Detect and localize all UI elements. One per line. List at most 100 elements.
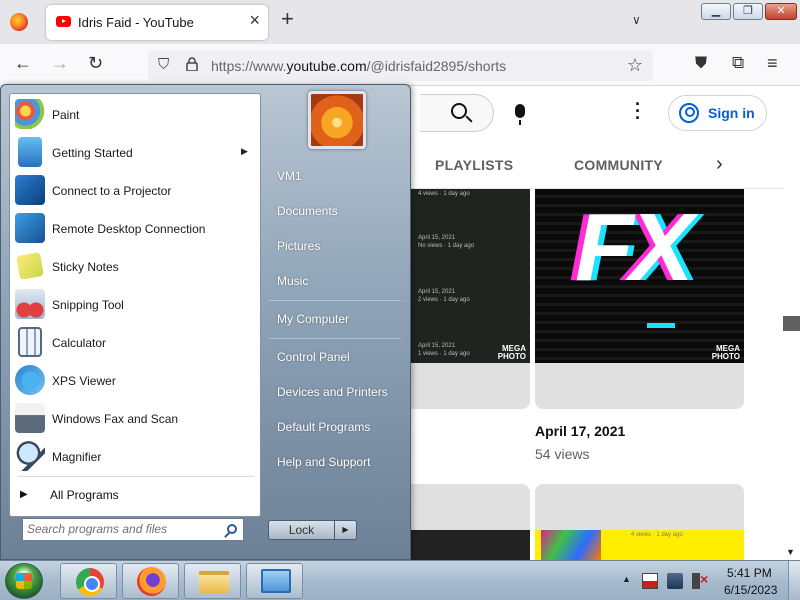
- start-search-box[interactable]: [22, 518, 244, 541]
- network-icon[interactable]: [667, 573, 683, 589]
- lock-button[interactable]: Lock: [268, 520, 335, 540]
- divider: [269, 300, 401, 301]
- scroll-down-arrow-icon[interactable]: ▼: [786, 547, 795, 557]
- shutdown-options-arrow-icon[interactable]: ▶: [335, 520, 357, 540]
- tab-youtube[interactable]: Idris Faid - YouTube ×: [46, 5, 268, 40]
- program-magnifier[interactable]: Magnifier: [10, 438, 260, 474]
- action-center-flag-icon[interactable]: [642, 573, 658, 589]
- program-label: Windows Fax and Scan: [52, 412, 179, 426]
- clock-date[interactable]: 6/15/2023: [724, 583, 777, 597]
- divider: [269, 338, 401, 339]
- taskbar-explorer[interactable]: [184, 563, 241, 599]
- user-avatar[interactable]: [308, 91, 366, 149]
- program-getting-started[interactable]: Getting Started ▶: [10, 134, 260, 170]
- taskbar-remote-desktop[interactable]: [246, 563, 303, 599]
- short-card[interactable]: 4 views · 1 day ago: [535, 484, 744, 560]
- window-close-button[interactable]: ✕: [765, 3, 797, 20]
- programs-list: Paint Getting Started ▶ Connect to a Pro…: [9, 93, 261, 517]
- shield-icon[interactable]: ⛉: [158, 56, 169, 73]
- program-remote-desktop[interactable]: Remote Desktop Connection: [10, 210, 260, 246]
- show-desktop-button[interactable]: [788, 561, 800, 600]
- scrollbar-thumb[interactable]: [783, 316, 800, 331]
- program-snipping-tool[interactable]: Snipping Tool: [10, 286, 260, 322]
- magnifier-icon: [15, 441, 45, 471]
- program-fax-scan[interactable]: Windows Fax and Scan: [10, 400, 260, 436]
- url-text[interactable]: https://www.youtube.com/@idrisfaid2895/s…: [211, 58, 506, 74]
- youtube-favicon-icon: [56, 16, 71, 27]
- user-circle-icon: [679, 103, 699, 123]
- program-label: Calculator: [52, 336, 107, 350]
- short-thumbnail: FX MEGA PHOTO: [535, 189, 744, 363]
- program-sticky-notes[interactable]: Sticky Notes: [10, 248, 260, 284]
- all-programs-label: All Programs: [50, 488, 119, 502]
- program-connect-projector[interactable]: Connect to a Projector: [10, 172, 260, 208]
- program-label: Sticky Notes: [52, 260, 119, 274]
- paint-icon: [15, 99, 45, 129]
- window-minimize-button[interactable]: ▁: [701, 3, 731, 20]
- start-button[interactable]: [5, 563, 43, 599]
- extensions-icon[interactable]: ⧉: [732, 54, 744, 71]
- tab-close-icon[interactable]: ×: [249, 11, 260, 29]
- tab-list-chevron-down-icon[interactable]: ∨: [632, 13, 641, 27]
- place-documents[interactable]: Documents: [277, 204, 338, 218]
- tab-community[interactable]: COMMUNITY: [574, 157, 663, 173]
- place-my-computer[interactable]: My Computer: [277, 312, 349, 326]
- program-label: Remote Desktop Connection: [52, 222, 206, 236]
- lock-icon[interactable]: [186, 57, 198, 71]
- all-programs-button[interactable]: ▶ All Programs: [20, 486, 250, 508]
- youtube-search-button[interactable]: [420, 94, 494, 132]
- sign-in-button[interactable]: Sign in: [668, 95, 767, 131]
- place-default-programs[interactable]: Default Programs: [277, 420, 370, 434]
- clock-time[interactable]: 5:41 PM: [727, 566, 772, 580]
- short-thumbnail: 4 views · 1 day ago April 15, 2021 No vi…: [410, 189, 530, 363]
- reload-icon[interactable]: ↻: [88, 54, 103, 72]
- hamburger-menu-icon[interactable]: ≡: [767, 54, 778, 72]
- folder-icon: [199, 571, 229, 593]
- short-card[interactable]: [410, 484, 530, 560]
- new-tab-plus-icon[interactable]: +: [281, 8, 294, 30]
- search-icon[interactable]: [227, 524, 237, 534]
- taskbar-firefox[interactable]: [122, 563, 179, 599]
- thumb-meta: No views · 1 day ago: [418, 243, 475, 249]
- program-label: XPS Viewer: [52, 374, 116, 388]
- thumb-meta: 1 views · 1 day ago: [418, 351, 470, 357]
- program-xps-viewer[interactable]: XPS Viewer: [10, 362, 260, 398]
- show-hidden-icons-arrow-icon[interactable]: ▲: [622, 574, 631, 584]
- pocket-icon[interactable]: ⛊: [695, 56, 707, 72]
- start-search-input[interactable]: [27, 522, 217, 536]
- taskbar-chrome[interactable]: [60, 563, 117, 599]
- place-control-panel[interactable]: Control Panel: [277, 350, 350, 364]
- more-vertical-icon[interactable]: · · ·: [632, 95, 644, 127]
- arrow-right-icon: ▶: [20, 489, 28, 500]
- calculator-icon: [18, 327, 42, 357]
- place-music[interactable]: Music: [277, 274, 308, 288]
- thumb-date: April 15, 2021: [418, 235, 456, 241]
- back-arrow-icon[interactable]: ←: [14, 54, 32, 72]
- volume-muted-icon[interactable]: [692, 571, 708, 589]
- tab-playlists[interactable]: PLAYLISTS: [435, 157, 513, 173]
- short-card[interactable]: FX MEGA PHOTO: [535, 189, 744, 409]
- sticky-notes-icon: [16, 252, 44, 280]
- chevron-right-icon[interactable]: ›: [716, 153, 723, 176]
- program-paint[interactable]: Paint: [10, 96, 260, 132]
- search-icon: [451, 103, 467, 119]
- place-devices-printers[interactable]: Devices and Printers: [277, 385, 388, 399]
- short-title[interactable]: April 17, 2021: [535, 423, 625, 439]
- program-label: Magnifier: [52, 450, 102, 464]
- microphone-icon[interactable]: [515, 104, 525, 125]
- thumb-meta: 4 views · 1 day ago: [418, 191, 470, 197]
- place-user[interactable]: VM1: [277, 169, 302, 183]
- firefox-icon[interactable]: [10, 13, 28, 31]
- browser-tab-bar: Idris Faid - YouTube × + ∨ ▁ ❐ ✕: [0, 0, 800, 44]
- thumb-meta: 2 views · 1 day ago: [418, 297, 470, 303]
- thumbnail-accent-bar: [647, 323, 675, 328]
- forward-arrow-icon[interactable]: →: [51, 54, 69, 72]
- place-help-support[interactable]: Help and Support: [277, 455, 370, 469]
- divider: [18, 476, 254, 477]
- short-card[interactable]: 4 views · 1 day ago April 15, 2021 No vi…: [410, 189, 530, 409]
- bookmark-star-icon[interactable]: ☆: [627, 55, 643, 76]
- program-calculator[interactable]: Calculator: [10, 324, 260, 360]
- place-pictures[interactable]: Pictures: [277, 239, 320, 253]
- window-maximize-button[interactable]: ❐: [733, 3, 763, 20]
- address-bar[interactable]: ⛉ https://www.youtube.com/@idrisfaid2895…: [148, 50, 653, 81]
